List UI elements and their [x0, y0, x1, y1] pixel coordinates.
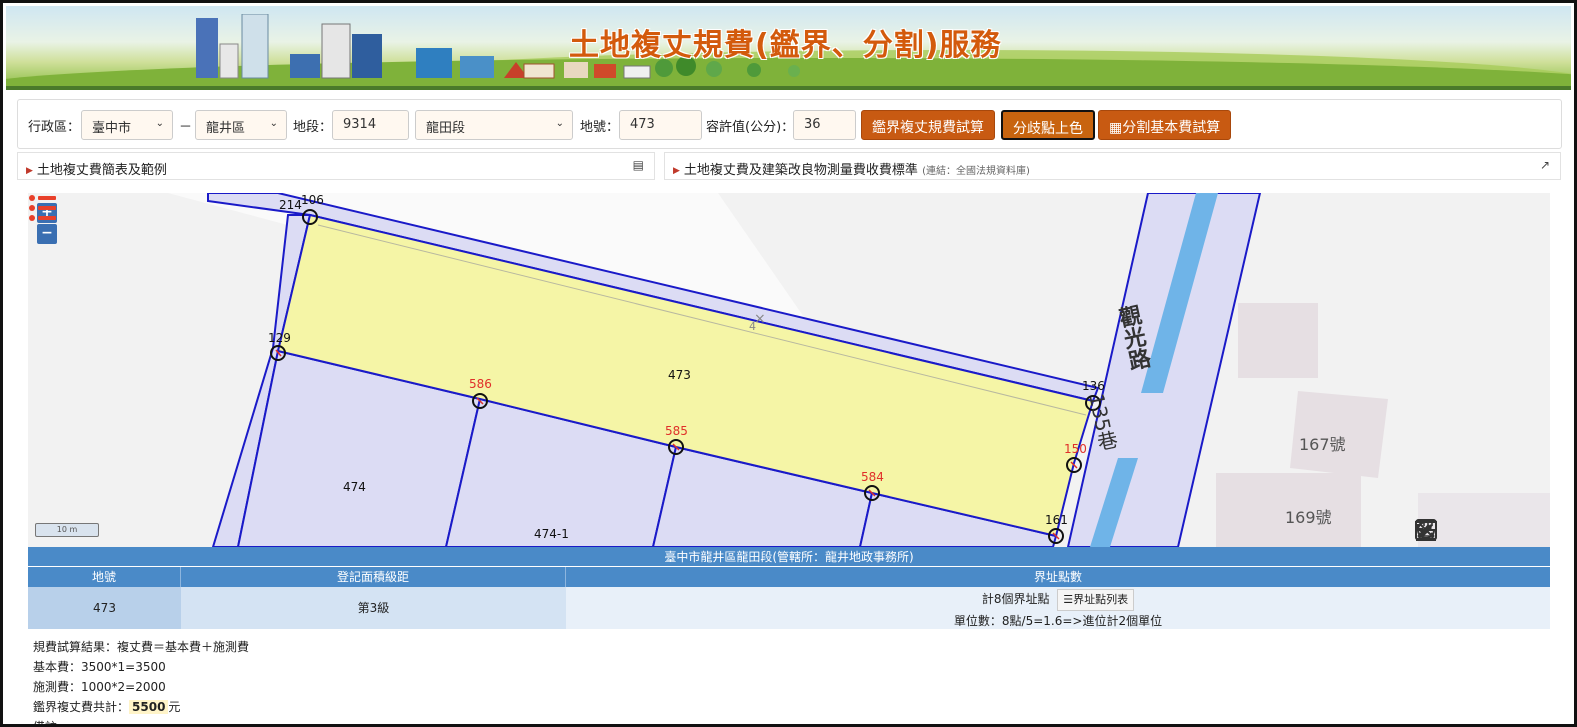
chevron-down-icon: ⌄ — [155, 118, 164, 129]
result-base-fee: 基本費：3500*1=3500 — [33, 660, 166, 674]
result-total-unit: 元 — [168, 700, 181, 714]
section-name-value: 龍田段 — [426, 121, 466, 136]
point-label-584: 584 — [861, 470, 884, 484]
draw-icon[interactable] — [1414, 518, 1438, 542]
area-select[interactable]: 龍井區 ⌄ — [195, 110, 287, 140]
split-fee-button[interactable]: ▦分割基本費試算 — [1098, 110, 1232, 140]
fee-table-title: 土地複丈費簡表及範例 — [36, 163, 167, 178]
calculator-icon: ▦ — [1109, 120, 1123, 136]
point-label-136: 136 — [1082, 379, 1105, 393]
result-total-label: 鑑界複丈費共計： — [33, 700, 130, 714]
chevron-down-icon: ⌄ — [555, 118, 564, 129]
table-column-headers: 地號 登記面積級距 界址點數 — [28, 567, 1550, 587]
section-code-input[interactable]: 9314 — [332, 110, 409, 140]
tolerance-label: 容許值(公分)： — [706, 120, 795, 135]
tolerance-input[interactable]: 36 — [793, 110, 856, 140]
fee-table-collapsible[interactable]: ▶ 土地複丈費簡表及範例 ▤ — [17, 152, 655, 180]
district-label: 行政區： — [28, 120, 81, 135]
points-list-button[interactable]: ☰界址點列表 — [1057, 589, 1135, 611]
parcel-map-canvas[interactable]: × — [28, 193, 1550, 547]
fee-result: 規費試算結果：複丈費＝基本費＋施測費 基本費：3500*1=3500 施測費：1… — [33, 637, 250, 727]
point-label-161: 161 — [1045, 513, 1068, 527]
col-lot-header: 地號 — [28, 567, 181, 587]
result-remark: 備註 — [33, 720, 58, 727]
city-select-value: 臺中市 — [92, 121, 132, 136]
point-label-129: 129 — [268, 331, 291, 345]
document-icon[interactable]: ▤ — [633, 158, 644, 172]
col-points-header: 界址點數 — [1033, 570, 1082, 584]
caret-right-icon: ▶ — [673, 166, 680, 176]
parcel-label-474-1: 474-1 — [534, 527, 569, 541]
caret-right-icon: ▶ — [26, 166, 33, 176]
point-label-585: 585 — [665, 424, 688, 438]
section-name-select[interactable]: 龍田段 ⌄ — [415, 110, 573, 140]
point-label-586: 586 — [469, 377, 492, 391]
point-label-106: 106 — [301, 193, 324, 207]
app-frame: 土地複丈規費(鑑界、分割)服務 行政區： 臺中市 ⌄ － 龍井區 ⌄ 地段： 9… — [0, 0, 1577, 727]
scale-bar: 10 m — [35, 523, 99, 537]
result-total: 鑑界複丈費共計： 5500 元 — [33, 697, 249, 717]
zoom-out-button[interactable]: − — [37, 224, 57, 244]
list-icon[interactable] — [28, 193, 58, 225]
banner-title: 土地複丈規費(鑑界、分割)服務 — [569, 28, 1002, 63]
lot-number-input[interactable]: 473 — [619, 110, 702, 140]
house-169-label: 169號 — [1285, 508, 1332, 527]
table-header: 臺中市龍井區龍田段(管轄所：龍井地政事務所) — [28, 547, 1550, 567]
external-link-icon[interactable]: ↗ — [1540, 158, 1550, 172]
table-row: 473 第3級 計8個界址點 ☰界址點列表 單位數：8點/5=1.6=>進位計2… — [28, 587, 1550, 629]
parcel-label-473: 473 — [668, 368, 691, 382]
point-label-150: 150 — [1064, 442, 1087, 456]
cross-mark-number: 4 — [749, 320, 756, 333]
area-select-value: 龍井區 — [206, 121, 246, 136]
col-grade-header: 登記面積級距 — [181, 567, 566, 587]
result-total-value: 5500 — [129, 700, 169, 714]
result-formula: 規費試算結果：複丈費＝基本費＋施測費 — [33, 640, 250, 654]
color-points-button[interactable]: 分歧點上色 — [1001, 110, 1095, 140]
result-survey-fee: 施測費：1000*2=2000 — [33, 680, 166, 694]
search-toolbar: 行政區： 臺中市 ⌄ － 龍井區 ⌄ 地段： 9314 龍田段 ⌄ 地號： 47… — [17, 99, 1562, 149]
section-label: 地段： — [293, 120, 333, 135]
fee-standard-collapsible[interactable]: ▶ 土地複丈費及建築改良物測量費收費標準 (連結：全國法規資料庫) ↗ — [664, 152, 1561, 180]
units-text: 單位數：8點/5=1.6=>進位計2個單位 — [953, 614, 1163, 628]
split-fee-label: 分割基本費試算 — [1122, 120, 1221, 136]
fee-standard-title: 土地複丈費及建築改良物測量費收費標準 — [683, 163, 918, 178]
cell-lot: 473 — [28, 587, 181, 629]
house-167-label: 167號 — [1299, 435, 1346, 454]
banner: 土地複丈規費(鑑界、分割)服務 — [6, 6, 1571, 90]
dash-separator: － — [179, 120, 193, 135]
fee-standard-note: (連結：全國法規資料庫) — [922, 166, 1030, 177]
point-label-214: 214 — [279, 198, 302, 212]
parcel-map[interactable]: × 214 106 129 586 585 584 136 150 161 47… — [28, 193, 1550, 547]
cell-points: 計8個界址點 ☰界址點列表 單位數：8點/5=1.6=>進位計2個單位 — [566, 587, 1550, 629]
cell-grade: 第3級 — [181, 587, 566, 629]
parcel-info-table: 臺中市龍井區龍田段(管轄所：龍井地政事務所) 地號 登記面積級距 界址點數 47… — [28, 547, 1550, 629]
lot-label: 地號： — [580, 120, 620, 135]
points-count: 計8個界址點 — [981, 592, 1050, 606]
parcel-label-474: 474 — [343, 480, 366, 494]
survey-fee-button[interactable]: 鑑界複丈規費試算 — [861, 110, 995, 140]
city-select[interactable]: 臺中市 ⌄ — [81, 110, 173, 140]
chevron-down-icon: ⌄ — [269, 118, 278, 129]
building-block — [1238, 303, 1318, 378]
